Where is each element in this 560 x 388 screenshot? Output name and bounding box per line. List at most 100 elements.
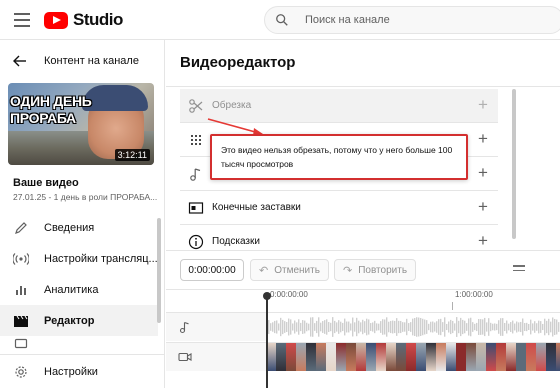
film-frame: [456, 343, 466, 371]
redo-icon: ↷: [343, 264, 353, 277]
info-icon: [188, 234, 204, 250]
film-frame: [396, 343, 406, 371]
film-frame: [276, 343, 286, 371]
audio-icon: [190, 168, 201, 181]
youtube-studio-logo[interactable]: Studio: [44, 10, 123, 30]
channel-search[interactable]: Поиск на канале: [264, 6, 560, 34]
channel-content-link[interactable]: Контент на канале: [44, 55, 139, 67]
sidebar-item-label: Аналитика: [44, 283, 99, 296]
sidebar-item-label: Редактор: [44, 314, 95, 327]
zoom-handle-icon[interactable]: [513, 265, 525, 274]
sidebar-item-details[interactable]: Сведения: [0, 212, 158, 243]
film-frame: [346, 343, 356, 371]
back-arrow-icon[interactable]: [12, 53, 28, 69]
undo-label: Отменить: [274, 264, 320, 276]
video-title: Ваше видео: [13, 177, 79, 189]
video-thumbnail[interactable]: ОДИН ДЕНЬ ПРОРАБА 3:12:11: [8, 83, 154, 165]
gear-icon: [12, 363, 30, 381]
film-frame: [376, 343, 386, 371]
video-duration-badge: 3:12:11: [114, 149, 150, 161]
ruler-tick: [452, 302, 453, 310]
undo-icon: ↶: [259, 264, 269, 277]
film-frame: [356, 343, 366, 371]
video-track: [166, 342, 560, 371]
search-icon: [276, 14, 288, 26]
film-frame: [516, 343, 526, 371]
timeline-mark-hour: 1:00:00:00: [455, 290, 493, 299]
tool-label: Конечные заставки: [212, 202, 301, 213]
audio-waveform[interactable]: [266, 313, 560, 341]
film-frame: [326, 343, 336, 371]
menu-icon[interactable]: [14, 13, 30, 27]
playhead[interactable]: [266, 294, 268, 388]
film-frame: [286, 343, 296, 371]
film-frame: [436, 343, 446, 371]
sidebar-item-label: Сведения: [44, 221, 95, 234]
sidebar-footer: Настройки: [0, 354, 165, 388]
film-frame: [386, 343, 396, 371]
end-screen-icon: [188, 202, 204, 214]
film-frame: [506, 343, 516, 371]
redo-button[interactable]: ↷ Повторить: [334, 259, 417, 281]
sidebar-item-label: Настройки трансляц...: [44, 252, 158, 265]
timeline-mark-start: 0:00:00:00: [270, 290, 308, 299]
analytics-icon: [12, 281, 30, 299]
editor-main: Видеоредактор Обрезка + + + Конечные зас…: [166, 40, 560, 388]
playhead-handle[interactable]: [263, 292, 271, 300]
redo-label: Повторить: [358, 264, 408, 276]
clapperboard-icon: [12, 312, 30, 330]
sidebar-item-live-settings[interactable]: Настройки трансляц...: [0, 243, 158, 274]
film-frame: [556, 343, 560, 371]
film-frame: [476, 343, 486, 371]
audio-track: [166, 312, 560, 341]
sidebar-item-comments[interactable]: [0, 336, 158, 354]
video-filmstrip[interactable]: [266, 343, 560, 371]
thumbnail-caption: ОДИН ДЕНЬ ПРОРАБА: [10, 93, 92, 126]
film-frame: [406, 343, 416, 371]
timecode-input[interactable]: 0:00:00:00: [180, 259, 244, 281]
plus-icon[interactable]: +: [478, 164, 488, 181]
film-frame: [296, 343, 306, 371]
youtube-logo-icon: [44, 11, 68, 29]
video-meta: 27.01.25 - 1 день в роли ПРОРАБА...: [13, 192, 158, 202]
film-frame: [366, 343, 376, 371]
film-frame: [536, 343, 546, 371]
sidebar: Контент на канале ОДИН ДЕНЬ ПРОРАБА 3:12…: [0, 40, 165, 388]
timeline: 0:00:00:00 1:00:00:00: [166, 290, 560, 388]
studio-wordmark: Studio: [73, 10, 123, 29]
timeline-controls: 0:00:00:00 ↶ Отменить ↷ Повторить: [166, 250, 560, 290]
film-frame: [466, 343, 476, 371]
film-frame: [336, 343, 346, 371]
sidebar-item-settings[interactable]: Настройки: [0, 356, 158, 387]
film-frame: [446, 343, 456, 371]
video-track-header: [166, 343, 266, 371]
sidebar-scrollbar[interactable]: [157, 218, 161, 323]
audio-track-header: [166, 313, 266, 341]
film-frame: [496, 343, 506, 371]
plus-icon[interactable]: +: [478, 232, 488, 249]
pencil-icon: [12, 219, 30, 237]
film-frame: [486, 343, 496, 371]
sidebar-item-analytics[interactable]: Аналитика: [0, 274, 158, 305]
tool-label: Подсказки: [212, 236, 260, 247]
comments-icon: [12, 336, 30, 354]
video-camera-icon: [178, 352, 192, 362]
music-note-icon: [179, 321, 189, 334]
film-frame: [316, 343, 326, 371]
undo-button[interactable]: ↶ Отменить: [250, 259, 329, 281]
broadcast-icon: [12, 250, 30, 268]
film-frame: [426, 343, 436, 371]
plus-icon[interactable]: +: [478, 198, 488, 215]
trim-disabled-tooltip: Это видео нельзя обрезать, потому что у …: [210, 134, 468, 180]
film-frame: [526, 343, 536, 371]
sidebar-item-editor[interactable]: Редактор: [0, 305, 158, 336]
film-frame: [416, 343, 426, 371]
sidebar-item-label: Настройки: [44, 365, 98, 378]
sidebar-header: Контент на канале: [0, 40, 165, 82]
film-frame: [546, 343, 556, 371]
tool-end-screen[interactable]: Конечные заставки +: [180, 191, 498, 225]
yt-studio-app: Studio Поиск на канале Контент на канале…: [0, 0, 560, 388]
search-placeholder: Поиск на канале: [305, 14, 390, 26]
film-frame: [306, 343, 316, 371]
top-bar: Studio Поиск на канале: [0, 0, 560, 40]
